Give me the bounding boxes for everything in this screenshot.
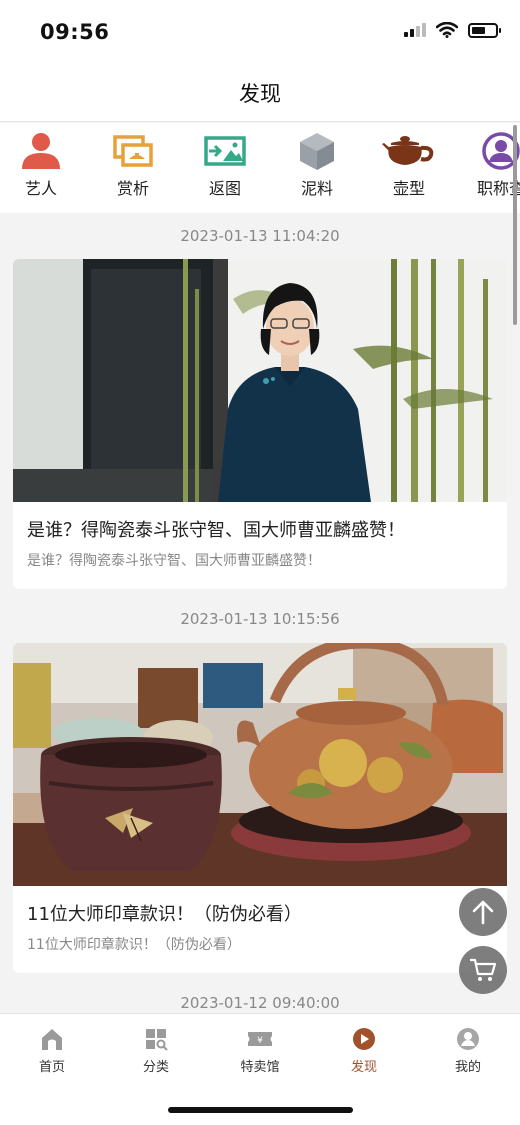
feed-timestamp: 2023-01-12 09:40:00: [180, 994, 340, 1012]
card-title: 11位大师印章款识！（防伪必看）: [27, 904, 302, 925]
home-indicator[interactable]: [168, 1107, 353, 1113]
arrow-up-icon: [472, 900, 494, 925]
feed-timestamp: 2023-01-13 10:15:56: [180, 610, 340, 628]
tab-flash-sale[interactable]: ¥ 特卖馆: [208, 1026, 312, 1075]
feed-list[interactable]: 2023-01-13 11:04:20 是谁？得陶瓷泰斗张守智、国大师曹亚麟盛赞…: [0, 213, 520, 1013]
svg-text:¥: ¥: [257, 1036, 263, 1046]
tab-home[interactable]: 首页: [0, 1026, 104, 1075]
photo-return-icon: [204, 136, 246, 166]
wifi-icon: [436, 22, 458, 38]
status-time: 09:56: [40, 20, 110, 44]
cart-icon: [470, 958, 497, 981]
category-bar[interactable]: 艺人 赏析 返图 泥料 壶型 职称: [0, 123, 520, 213]
category-title-lookup[interactable]: 职称查: [461, 131, 520, 199]
gallery-icon: [113, 135, 153, 167]
grid-icon: [146, 1029, 168, 1051]
category-label: 艺人: [24, 179, 57, 198]
category-label: 职称查: [476, 179, 520, 198]
feed-timestamp: 2023-01-13 11:04:20: [180, 227, 340, 245]
card-summary: 11位大师印章款识！（防伪必看）: [27, 937, 241, 953]
card-summary: 是谁？得陶瓷泰斗张守智、国大师曹亚麟盛赞！: [27, 553, 321, 569]
feed-card[interactable]: 是谁？得陶瓷泰斗张守智、国大师曹亚麟盛赞！ 是谁？得陶瓷泰斗张守智、国大师曹亚麟…: [13, 259, 507, 589]
tab-label: 特卖馆: [240, 1060, 280, 1075]
artist-portrait-image: [13, 259, 507, 502]
ticket-icon: ¥: [248, 1032, 272, 1046]
profile-icon: [457, 1028, 479, 1050]
teapot-icon: [382, 136, 434, 165]
category-label: 壶型: [392, 179, 425, 198]
category-clay[interactable]: 泥料: [277, 131, 357, 199]
play-circle-icon: [353, 1028, 375, 1050]
category-label: 泥料: [300, 179, 333, 198]
page-title: 发现: [239, 82, 281, 106]
cart-button[interactable]: [459, 946, 507, 994]
tab-label: 发现: [350, 1060, 377, 1075]
tab-discover[interactable]: 发现: [312, 1026, 416, 1075]
home-icon: [42, 1029, 62, 1050]
category-pot-shape[interactable]: 壶型: [369, 131, 449, 199]
category-return-photos[interactable]: 返图: [185, 131, 265, 199]
nav-bar: 发现: [0, 64, 520, 122]
person-icon: [22, 133, 60, 169]
tab-profile[interactable]: 我的: [416, 1026, 520, 1075]
card-title: 是谁？得陶瓷泰斗张守智、国大师曹亚麟盛赞！: [27, 520, 405, 541]
battery-icon: [468, 22, 501, 38]
tab-category[interactable]: 分类: [104, 1026, 208, 1075]
category-artist[interactable]: 艺人: [1, 131, 81, 199]
tab-label: 首页: [38, 1060, 65, 1075]
category-label: 返图: [208, 179, 241, 198]
feed-card[interactable]: 11位大师印章款识！（防伪必看） 11位大师印章款识！（防伪必看）: [13, 643, 507, 973]
status-icons: [404, 22, 501, 38]
cube-icon: [300, 133, 334, 170]
tab-label: 我的: [454, 1060, 481, 1075]
status-bar: 09:56: [0, 0, 520, 64]
cellular-signal-icon: [404, 23, 426, 37]
scroll-top-button[interactable]: [459, 888, 507, 936]
category-label: 赏析: [116, 179, 149, 198]
category-appreciation[interactable]: 赏析: [93, 131, 173, 199]
tab-label: 分类: [142, 1060, 169, 1075]
teapot-photo-image: [13, 643, 507, 886]
